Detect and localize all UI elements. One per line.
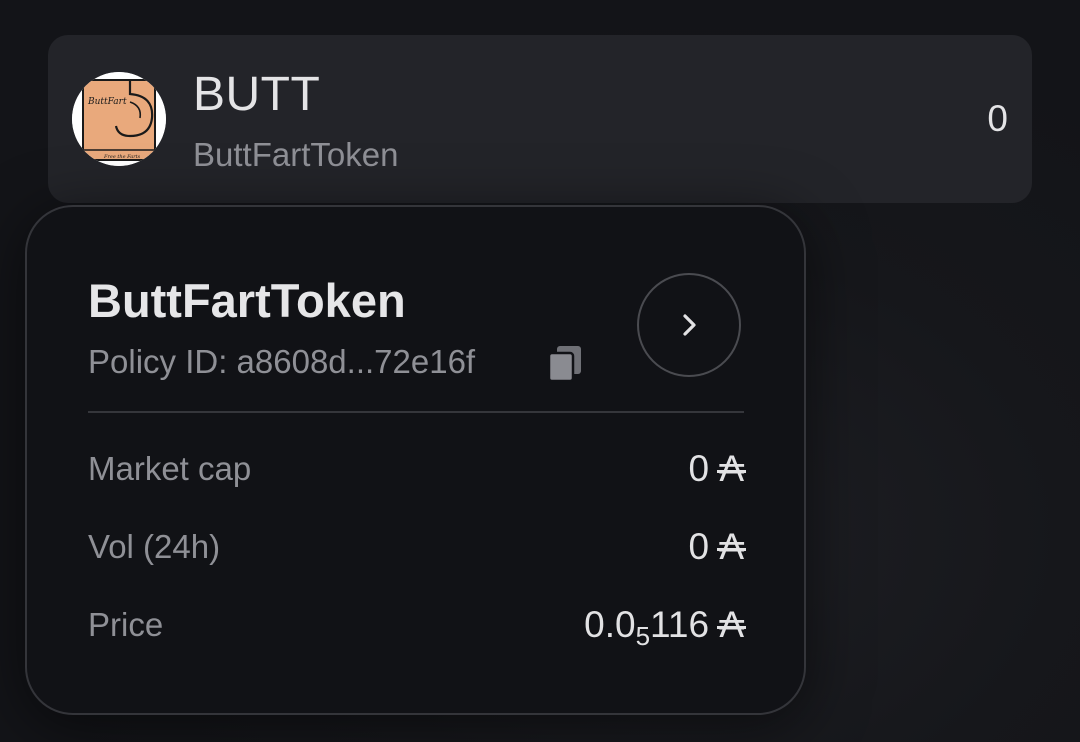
token-symbol: BUTT <box>193 68 321 121</box>
token-name: ButtFartToken <box>193 136 399 173</box>
ada-symbol: ₳ <box>717 526 746 567</box>
stat-value: 0 ₳ <box>688 526 746 567</box>
chevron-right-icon <box>683 314 696 336</box>
token-balance: 0 <box>987 98 1008 139</box>
stat-value: 0 ₳ <box>688 448 746 489</box>
policy-id: Policy ID: a8608d...72e16f <box>88 343 476 380</box>
stat-label: Market cap <box>88 450 252 487</box>
card-title: ButtFartToken <box>88 274 406 327</box>
open-token-button[interactable] <box>637 273 741 377</box>
stat-label: Vol (24h) <box>88 528 221 565</box>
copy-icon[interactable] <box>545 343 585 383</box>
token-list-item[interactable]: ButtFart Free the Farts BUTT ButtFartTok… <box>48 35 1032 203</box>
ada-symbol: ₳ <box>717 448 746 489</box>
svg-text:Free the Farts: Free the Farts <box>103 154 141 160</box>
ada-symbol: ₳ <box>717 604 746 645</box>
svg-text:ButtFart: ButtFart <box>87 97 127 107</box>
stat-row-volume: Vol (24h) 0 ₳ <box>88 525 746 569</box>
stat-value: 0.05116 ₳ <box>584 604 746 651</box>
token-logo: ButtFart Free the Farts <box>72 72 166 166</box>
token-info-card: ButtFartToken Policy ID: a8608d...72e16f… <box>25 205 806 715</box>
stat-row-market-cap: Market cap 0 ₳ <box>88 447 746 491</box>
divider <box>88 411 744 413</box>
page: ButtFart Free the Farts BUTT ButtFartTok… <box>0 0 1080 742</box>
stat-row-price: Price 0.05116 ₳ <box>88 603 746 651</box>
stat-label: Price <box>88 606 164 643</box>
